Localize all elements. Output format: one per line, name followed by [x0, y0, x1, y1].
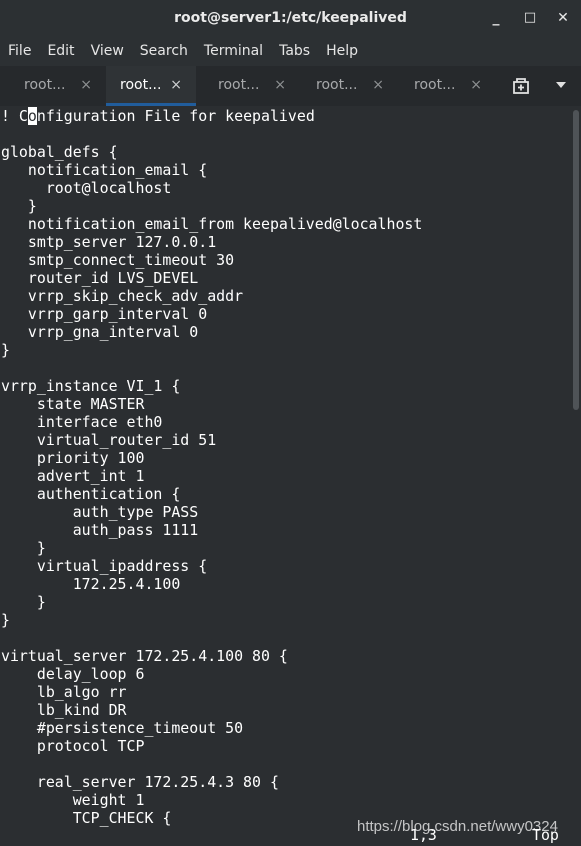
terminal-line: weight 1	[1, 791, 145, 809]
tab-close-button[interactable]: ×	[470, 66, 482, 104]
close-button[interactable]: ✕	[551, 6, 575, 30]
menu-edit[interactable]: Edit	[39, 36, 82, 66]
tab-3[interactable]: root... ×	[204, 66, 300, 106]
terminal-line: protocol TCP	[1, 737, 145, 755]
new-tab-button[interactable]	[508, 74, 534, 98]
terminal-line: vrrp_gna_interval 0	[1, 323, 199, 341]
terminal-line: real_server 172.25.4.3 80 {	[1, 773, 279, 791]
text-cursor: o	[27, 107, 37, 125]
scroll-thumb[interactable]	[573, 110, 579, 410]
cursor-line-before: ! C	[1, 107, 28, 125]
terminal-line: auth_pass 1111	[1, 521, 199, 539]
minimize-button[interactable]: _	[484, 6, 508, 30]
terminal-line: }	[1, 539, 46, 557]
chevron-down-icon	[556, 82, 566, 88]
terminal-line: interface eth0	[1, 413, 163, 431]
terminal-line: 172.25.4.100	[1, 575, 181, 593]
title-bar: root@server1:/etc/keepalived _ □ ✕	[0, 0, 581, 36]
watermark: https://blog.csdn.net/wwy0324	[357, 818, 558, 835]
terminal-line: #persistence_timeout 50	[1, 719, 244, 737]
terminal-line-cursor: ! Configuration File for keepalived	[1, 107, 315, 125]
terminal-line: vrrp_instance VI_1 {	[1, 377, 181, 395]
vim-cursor-position: 1,3	[410, 826, 437, 844]
terminal-line: smtp_server 127.0.0.1	[1, 233, 217, 251]
terminal-line: vrrp_skip_check_adv_addr	[1, 287, 244, 305]
terminal-line: advert_int 1	[1, 467, 145, 485]
tabs-menu-button[interactable]	[549, 74, 573, 98]
tab-4[interactable]: root... ×	[302, 66, 398, 106]
menu-file[interactable]: File	[0, 36, 39, 66]
tab-label: root...	[316, 77, 358, 93]
maximize-button[interactable]: □	[518, 6, 542, 30]
terminal-line: priority 100	[1, 449, 145, 467]
terminal-line: virtual_server 172.25.4.100 80 {	[1, 647, 288, 665]
tab-label: root...	[218, 77, 260, 93]
terminal-line: smtp_connect_timeout 30	[1, 251, 235, 269]
terminal-line: lb_algo rr	[1, 683, 127, 701]
menu-tabs[interactable]: Tabs	[271, 36, 318, 66]
terminal-line: authentication {	[1, 485, 181, 503]
tab-1[interactable]: root... ×	[10, 66, 106, 106]
tab-2[interactable]: root... ×	[106, 66, 196, 106]
terminal-line: virtual_ipaddress {	[1, 557, 208, 575]
cursor-line-after: nfiguration File for keepalived	[36, 107, 315, 125]
terminal-line: delay_loop 6	[1, 665, 145, 683]
terminal-line: }	[1, 197, 37, 215]
menu-view[interactable]: View	[83, 36, 132, 66]
terminal-line: TCP_CHECK {	[1, 809, 172, 827]
tab-close-button[interactable]: ×	[372, 66, 384, 104]
tab-label: root...	[24, 77, 66, 93]
tab-5[interactable]: root... ×	[400, 66, 496, 106]
scrollbar[interactable]	[570, 106, 581, 846]
tab-close-button[interactable]: ×	[80, 66, 92, 104]
tab-label: root...	[414, 77, 456, 93]
new-tab-icon	[513, 78, 529, 94]
terminal-line: root@localhost	[1, 179, 172, 197]
terminal-output[interactable]: ! Configuration File for keepalived glob…	[0, 106, 570, 846]
terminal-line: global_defs {	[1, 143, 118, 161]
terminal-line: state MASTER	[1, 395, 145, 413]
vim-scroll-position: Top	[532, 826, 559, 844]
terminal-line: notification_email {	[1, 161, 208, 179]
terminal-line: }	[1, 593, 46, 611]
tab-label: root...	[120, 77, 162, 93]
terminal-line: }	[1, 611, 10, 629]
terminal-line: notification_email_from keepalived@local…	[1, 215, 423, 233]
terminal-line: auth_type PASS	[1, 503, 199, 521]
terminal-line: lb_kind DR	[1, 701, 127, 719]
terminal-line: }	[1, 341, 10, 359]
tab-close-button[interactable]: ×	[170, 66, 182, 104]
terminal-line: vrrp_garp_interval 0	[1, 305, 208, 323]
tab-close-button[interactable]: ×	[274, 66, 286, 104]
menu-bar: File Edit View Search Terminal Tabs Help	[0, 36, 581, 66]
menu-search[interactable]: Search	[132, 36, 196, 66]
menu-help[interactable]: Help	[318, 36, 366, 66]
terminal-line: virtual_router_id 51	[1, 431, 217, 449]
menu-terminal[interactable]: Terminal	[196, 36, 271, 66]
tab-bar: root... × root... × root... × root... × …	[0, 66, 581, 107]
terminal-line: router_id LVS_DEVEL	[1, 269, 199, 287]
